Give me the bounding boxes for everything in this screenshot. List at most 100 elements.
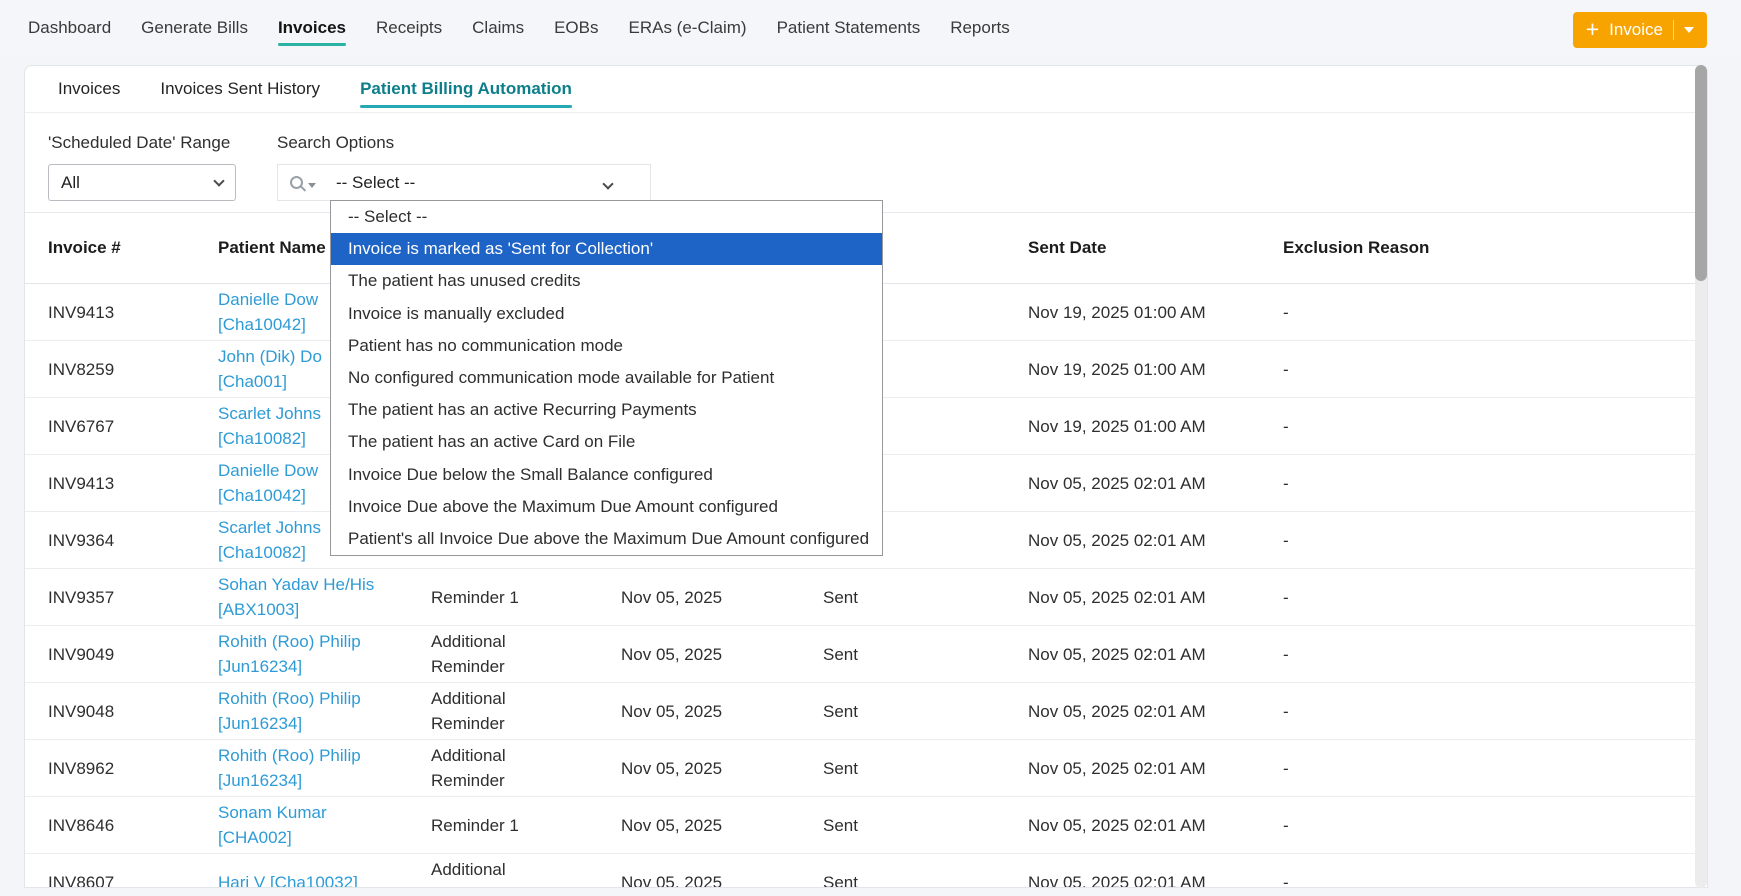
status-cell: Sent (823, 758, 858, 778)
status-cell: Sent (823, 815, 858, 835)
dropdown-option[interactable]: Invoice is marked as 'Sent for Collectio… (331, 233, 882, 266)
nav-item-eras-e-claim-[interactable]: ERAs (e-Claim) (629, 18, 747, 38)
search-mode-caret-icon[interactable] (308, 183, 316, 188)
patient-name-link[interactable]: Rohith (Roo) Philip [Jun16234] (218, 629, 431, 679)
sent-date-cell: Nov 19, 2025 01:00 AM (1028, 302, 1206, 322)
exclusion-reason-cell: - (1283, 815, 1289, 835)
status-cell: Sent (823, 587, 858, 607)
dropdown-option[interactable]: Invoice Due above the Maximum Due Amount… (331, 491, 882, 523)
patient-name-link[interactable]: Sohan Yadav He/His [ABX1003] (218, 572, 431, 622)
nav-item-receipts[interactable]: Receipts (376, 18, 442, 38)
sent-date-cell: Nov 05, 2025 02:01 AM (1028, 872, 1206, 888)
nav-item-reports[interactable]: Reports (950, 18, 1010, 38)
reminder-type-cell: Additional Reminder (431, 860, 506, 887)
dropdown-option[interactable]: The patient has an active Card on File (331, 426, 882, 458)
invoice-button-caret-icon[interactable] (1684, 27, 1694, 33)
reminder-type-cell: Reminder 1 (431, 815, 519, 835)
scheduled-date-range-value: All (61, 172, 80, 192)
invoice-number-cell: INV8259 (48, 359, 115, 379)
table-row: INV9048 Rohith (Roo) Philip [Jun16234] Add… (25, 683, 1707, 740)
patient-name-link[interactable]: Hari V [Cha10032] (218, 870, 431, 888)
invoice-number-cell: INV6767 (48, 416, 115, 436)
search-icon[interactable] (290, 176, 303, 189)
column-header: Sent Date (1028, 238, 1107, 257)
plus-icon: + (1585, 15, 1600, 42)
dropdown-option[interactable]: Patient has no communication mode (331, 330, 882, 362)
status-cell: Sent (823, 872, 858, 888)
dropdown-option[interactable]: No configured communication mode availab… (331, 362, 882, 394)
exclusion-reason-cell: - (1283, 587, 1289, 607)
scheduled-date-range-select[interactable]: All (48, 164, 236, 201)
nav-item-generate-bills[interactable]: Generate Bills (141, 18, 248, 38)
chevron-down-icon (602, 178, 614, 190)
patient-name-link[interactable]: Rohith (Roo) Philip [Jun16234] (218, 743, 431, 793)
invoice-number-cell: INV8962 (48, 758, 115, 778)
exclusion-reason-cell: - (1283, 701, 1289, 721)
new-invoice-button-label: Invoice (1609, 20, 1663, 39)
sent-date-cell: Nov 19, 2025 01:00 AM (1028, 359, 1206, 379)
scheduled-date-cell: Nov 05, 2025 (621, 644, 723, 664)
scheduled-date-cell: Nov 05, 2025 (621, 758, 723, 778)
exclusion-reason-cell: - (1283, 530, 1289, 550)
invoice-number-cell: INV9413 (48, 473, 115, 493)
chevron-down-icon (213, 174, 225, 187)
table-row: INV8962 Rohith (Roo) Philip [Jun16234] Add… (25, 740, 1707, 797)
search-options-label: Search Options (277, 133, 395, 152)
invoice-number-cell: INV9364 (48, 530, 115, 550)
invoice-number-cell: INV9048 (48, 701, 115, 721)
invoice-number-cell: INV9049 (48, 644, 115, 664)
sent-date-cell: Nov 05, 2025 02:01 AM (1028, 644, 1206, 664)
exclusion-reason-cell: - (1283, 872, 1289, 888)
dropdown-option[interactable]: Patient's all Invoice Due above the Maxi… (331, 523, 882, 555)
table-row: INV8646 Sonam Kumar [CHA002] Reminder 1 Nov… (25, 797, 1707, 854)
exclusion-reason-cell: - (1283, 473, 1289, 493)
tab-invoices[interactable]: Invoices (58, 66, 120, 112)
button-divider (1673, 20, 1674, 40)
dropdown-option[interactable]: The patient has an active Recurring Paym… (331, 394, 882, 426)
vertical-scrollbar-thumb[interactable] (1695, 65, 1707, 281)
sent-date-cell: Nov 19, 2025 01:00 AM (1028, 416, 1206, 436)
tab-patient-billing-automation[interactable]: Patient Billing Automation (360, 66, 572, 112)
sent-date-cell: Nov 05, 2025 02:01 AM (1028, 701, 1206, 721)
reminder-type-cell: Reminder 1 (431, 587, 519, 607)
nav-item-dashboard[interactable]: Dashboard (28, 18, 111, 38)
sub-tabs: Invoices Invoices Sent History Patient Bil… (25, 66, 1707, 113)
scheduled-date-cell: Nov 05, 2025 (621, 815, 723, 835)
vertical-scrollbar-track[interactable] (1695, 65, 1707, 888)
dropdown-option[interactable]: Invoice Due below the Small Balance conf… (331, 459, 882, 491)
nav-item-patient-statements[interactable]: Patient Statements (777, 18, 921, 38)
invoice-number-cell: INV8646 (48, 815, 115, 835)
scheduled-date-cell: Nov 05, 2025 (621, 872, 723, 888)
patient-name-link[interactable]: Sonam Kumar [CHA002] (218, 800, 431, 850)
nav-item-eobs[interactable]: EOBs (554, 18, 598, 38)
invoice-number-cell: INV8607 (48, 872, 115, 888)
top-navigation: Dashboard Generate Bills Invoices Receipts C… (0, 0, 1741, 55)
exclusion-reason-cell: - (1283, 302, 1289, 322)
table-row: INV9049 Rohith (Roo) Philip [Jun16234] Add… (25, 626, 1707, 683)
table-row: INV9357 Sohan Yadav He/His [ABX1003] Remin… (25, 569, 1707, 626)
reminder-type-cell: Additional Reminder (431, 632, 506, 676)
tab-invoices-sent-history[interactable]: Invoices Sent History (160, 66, 320, 112)
nav-item-invoices[interactable]: Invoices (277, 18, 347, 46)
exclusion-reason-cell: - (1283, 758, 1289, 778)
scheduled-date-cell: Nov 05, 2025 (621, 701, 723, 721)
column-header: Invoice # (48, 238, 121, 257)
scheduled-date-cell: Nov 05, 2025 (621, 587, 723, 607)
invoice-number-cell: INV9357 (48, 587, 115, 607)
sent-date-cell: Nov 05, 2025 02:01 AM (1028, 473, 1206, 493)
search-options-select[interactable]: -- Select -- (277, 164, 651, 201)
sent-date-cell: Nov 05, 2025 02:01 AM (1028, 530, 1206, 550)
invoice-number-cell: INV9413 (48, 302, 115, 322)
dropdown-option[interactable]: -- Select -- (331, 201, 882, 233)
reminder-type-cell: Additional Reminder (431, 689, 506, 733)
dropdown-option[interactable]: Invoice is manually excluded (331, 298, 882, 330)
filter-bar: 'Scheduled Date' Range Search Options Al… (25, 113, 1707, 212)
new-invoice-button[interactable]: + Invoice (1572, 12, 1707, 48)
nav-item-claims[interactable]: Claims (472, 18, 524, 38)
dropdown-option[interactable]: The patient has unused credits (331, 265, 882, 297)
table-row: INV8607 Hari V [Cha10032]Additional Remin… (25, 854, 1707, 888)
sent-date-cell: Nov 05, 2025 02:01 AM (1028, 587, 1206, 607)
reminder-type-cell: Additional Reminder (431, 746, 506, 790)
patient-name-link[interactable]: Rohith (Roo) Philip [Jun16234] (218, 686, 431, 736)
sent-date-cell: Nov 05, 2025 02:01 AM (1028, 758, 1206, 778)
